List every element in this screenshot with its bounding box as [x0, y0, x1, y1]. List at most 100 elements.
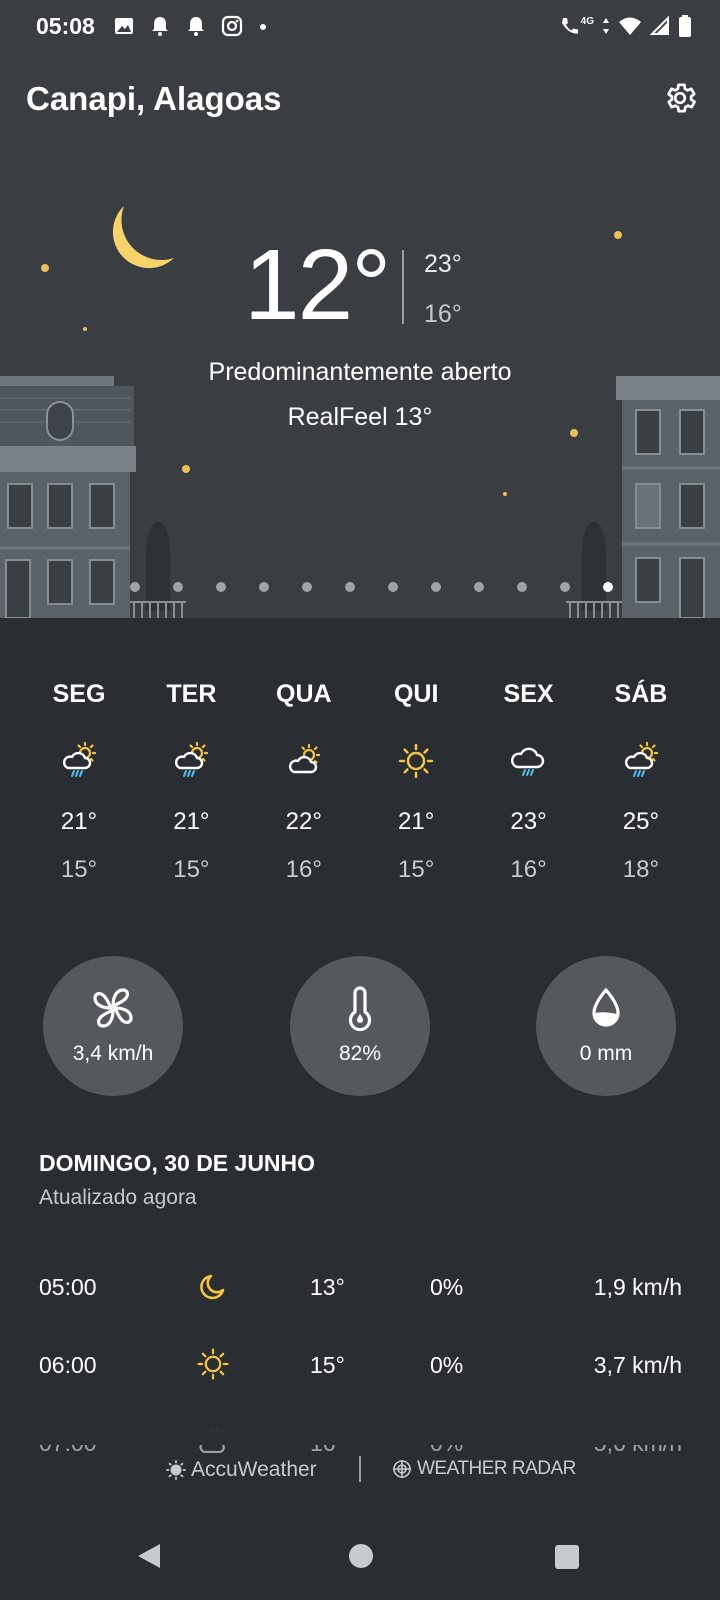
- day-low: 16°: [510, 856, 547, 883]
- bell-icon: [188, 17, 204, 36]
- day-high: 21°: [60, 808, 98, 835]
- precipitation-detail[interactable]: 0 mm: [536, 956, 676, 1096]
- day-name: QUI: [393, 680, 439, 708]
- sun-icon: [396, 741, 436, 781]
- day-name: SEX: [503, 680, 554, 708]
- radar-icon: [393, 1460, 411, 1478]
- left-fence: [130, 601, 186, 618]
- page-dot[interactable]: [302, 582, 312, 592]
- forecast-day[interactable]: SEX 23° 16°: [476, 680, 582, 884]
- water-drop-icon: [592, 988, 620, 1027]
- footer-divider: [359, 1456, 361, 1482]
- page-dot[interactable]: [216, 582, 226, 592]
- star: [503, 492, 507, 496]
- page-dot[interactable]: [259, 582, 269, 592]
- forecast-day[interactable]: QUA 22° 16°: [251, 680, 357, 884]
- page-dot[interactable]: [173, 582, 183, 592]
- sun-cloud-rain-icon: [171, 741, 211, 781]
- forecast-day[interactable]: SÁB 25° 18°: [588, 680, 694, 884]
- hourly-row[interactable]: 05:00 13° 0% 1,9 km/h: [0, 1260, 720, 1320]
- data-arrows-icon: [603, 18, 609, 34]
- wifi-icon: [619, 17, 641, 35]
- sun-cloud-icon: [284, 741, 324, 781]
- forecast-day[interactable]: QUI 21° 15°: [363, 680, 469, 884]
- weather-radar-link[interactable]: WEATHER RADAR: [392, 1458, 576, 1480]
- hero-section: 05:08 4G Canapi, Alagoas 12° 23° 16° Pre…: [0, 0, 720, 618]
- day-low: 18°: [622, 856, 660, 883]
- current-temperature: 12°: [244, 229, 391, 341]
- page-dot[interactable]: [431, 582, 441, 592]
- page-indicator[interactable]: [130, 582, 613, 592]
- hour-time: 05:00: [39, 1274, 97, 1300]
- image-icon: [115, 18, 133, 34]
- scroll-fade: [0, 1405, 720, 1445]
- page-dot[interactable]: [388, 582, 398, 592]
- sun-cloud-rain-icon: [621, 741, 661, 781]
- day-high: 21°: [398, 808, 435, 835]
- network-type: 4G: [580, 15, 594, 27]
- day-name: SÁB: [614, 680, 668, 708]
- home-icon[interactable]: [349, 1544, 373, 1568]
- right-fence: [566, 601, 622, 618]
- moon-illustration: [112, 206, 174, 269]
- recents-icon[interactable]: [555, 1545, 579, 1569]
- day-high: 22°: [285, 808, 322, 835]
- day-name: QUA: [276, 680, 332, 708]
- location-title[interactable]: Canapi, Alagoas: [26, 80, 282, 118]
- thermometer-icon: [348, 986, 372, 1032]
- star: [614, 231, 622, 239]
- gear-icon[interactable]: [662, 80, 698, 116]
- forecast-day[interactable]: SEG 21° 15°: [26, 680, 132, 884]
- star: [182, 465, 190, 473]
- hour-temp: 13°: [310, 1274, 345, 1300]
- realfeel-text: RealFeel 13°: [287, 403, 433, 431]
- day-high: 25°: [622, 808, 660, 835]
- hour-precip: 0%: [430, 1352, 464, 1378]
- system-icons: 4G: [559, 14, 692, 38]
- footer-brands: AccuWeather WEATHER RADAR: [0, 1450, 720, 1500]
- page-dot[interactable]: [474, 582, 484, 592]
- temp-divider: [402, 250, 404, 324]
- hour-precip: 0%: [430, 1274, 464, 1300]
- day-low: 15°: [60, 856, 98, 883]
- back-icon[interactable]: [136, 1542, 162, 1570]
- page-dot[interactable]: [603, 582, 613, 592]
- wifi-call-icon: [561, 18, 578, 34]
- moon-icon: [200, 1274, 225, 1300]
- day-high: 21°: [173, 808, 210, 835]
- star: [41, 264, 49, 272]
- page-dot[interactable]: [130, 582, 140, 592]
- right-tree: [582, 522, 606, 610]
- page-dot[interactable]: [517, 582, 527, 592]
- today-high: 23°: [424, 250, 462, 278]
- humidity-value: 82%: [338, 1042, 382, 1065]
- page-dot[interactable]: [560, 582, 570, 592]
- hour-time: 06:00: [39, 1352, 97, 1378]
- accuweather-link[interactable]: AccuWeather: [166, 1458, 317, 1482]
- hour-wind: 1,9 km/h: [593, 1274, 682, 1300]
- forecast-day[interactable]: TER 21° 15°: [138, 680, 244, 884]
- sun-icon: [195, 1346, 231, 1382]
- day-low: 15°: [173, 856, 210, 883]
- wind-speed: 3,4 km/h: [72, 1042, 154, 1065]
- hour-wind: 3,7 km/h: [593, 1352, 682, 1378]
- status-bar: 05:08 4G: [0, 0, 720, 56]
- left-tree: [146, 522, 170, 610]
- humidity-detail[interactable]: 82%: [290, 956, 430, 1096]
- wind-detail[interactable]: 3,4 km/h: [43, 956, 183, 1096]
- day-name: TER: [166, 680, 217, 708]
- condition-text: Predominantemente aberto: [208, 358, 512, 386]
- hour-temp: 15°: [310, 1352, 345, 1378]
- cloud-rain-icon: [509, 741, 549, 781]
- instagram-icon: [221, 15, 243, 37]
- day-low: 15°: [398, 856, 435, 883]
- hourly-row[interactable]: 06:00 15° 0% 3,7 km/h: [0, 1338, 720, 1398]
- notification-icons: [113, 15, 269, 37]
- accuweather-label: AccuWeather: [191, 1458, 317, 1481]
- accuweather-sun-icon: [166, 1460, 186, 1480]
- bell-icon: [152, 17, 168, 36]
- battery-icon: [679, 15, 691, 37]
- dot-icon: [260, 24, 266, 30]
- page-dot[interactable]: [345, 582, 355, 592]
- status-time: 05:08: [36, 13, 95, 39]
